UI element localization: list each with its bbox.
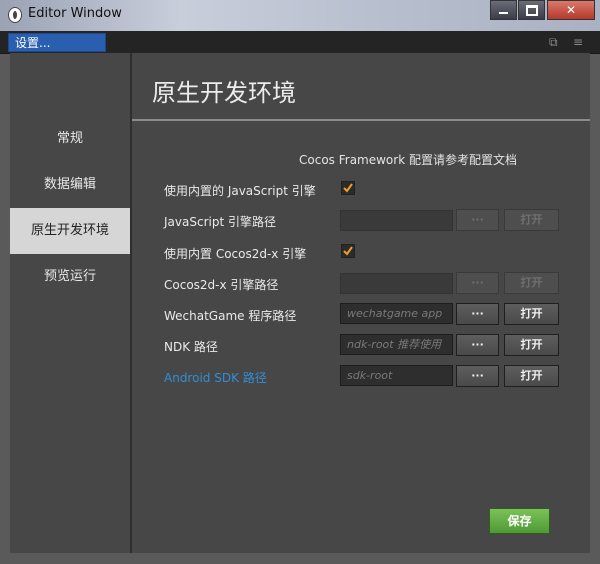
js-path-open-button[interactable]: 打开: [504, 209, 559, 231]
checkmark-icon: [343, 246, 353, 256]
save-button[interactable]: 保存: [489, 508, 550, 534]
android-sdk-link[interactable]: Android SDK 路径: [164, 369, 267, 386]
maximize-icon: [525, 5, 538, 16]
close-button[interactable]: ✕: [547, 0, 595, 20]
row-label-js-path: JavaScript 引擎路径: [164, 215, 276, 229]
row-label-cocos-path: Cocos2d-x 引擎路径: [164, 278, 279, 292]
row-label-wechatgame: WechatGame 程序路径: [164, 309, 297, 323]
popout-icon[interactable]: ⧉: [549, 35, 558, 49]
minimize-button[interactable]: [490, 0, 517, 20]
builtin-cocos-checkbox[interactable]: [341, 244, 355, 258]
sidebar-item-data-editing[interactable]: 数据编辑: [10, 162, 130, 208]
builtin-js-checkbox[interactable]: [341, 181, 355, 195]
settings-panel: 原生开发环境 Cocos Framework 配置请参考配置文档 使用内置的 J…: [132, 53, 590, 553]
android-sdk-path-input[interactable]: [340, 365, 453, 386]
row-label-ndk: NDK 路径: [164, 340, 218, 354]
wechatgame-browse-button[interactable]: ···: [456, 303, 499, 325]
tab-settings[interactable]: 设置...: [8, 33, 106, 52]
js-engine-path-input[interactable]: [340, 210, 453, 231]
ndk-path-input[interactable]: [340, 334, 453, 355]
ndk-open-button[interactable]: 打开: [504, 334, 559, 356]
js-path-browse-button[interactable]: ···: [456, 209, 499, 231]
minimize-icon: [499, 11, 508, 14]
window-title: Editor Window: [28, 6, 122, 21]
ndk-browse-button[interactable]: ···: [456, 334, 499, 356]
title-divider: [132, 119, 590, 121]
sidebar-item-native-dev[interactable]: 原生开发环境: [10, 208, 130, 254]
wechatgame-path-input[interactable]: [340, 303, 453, 324]
close-icon: ✕: [565, 3, 577, 17]
row-label-builtin-js: 使用内置的 JavaScript 引擎: [164, 184, 316, 198]
checkmark-icon: [343, 183, 353, 193]
android-sdk-browse-button[interactable]: ···: [456, 365, 499, 387]
app-icon: [8, 7, 22, 23]
cocos-path-open-button[interactable]: 打开: [504, 272, 559, 294]
page-title: 原生开发环境: [152, 79, 296, 107]
wechatgame-open-button[interactable]: 打开: [504, 303, 559, 325]
sidebar-item-general[interactable]: 常规: [10, 116, 130, 162]
cocos-path-browse-button[interactable]: ···: [456, 272, 499, 294]
menu-icon[interactable]: ≡: [573, 35, 583, 49]
tab-strip: 设置... ⧉ ≡: [0, 31, 600, 54]
framework-note[interactable]: Cocos Framework 配置请参考配置文档: [299, 151, 517, 168]
row-label-builtin-cocos: 使用内置 Cocos2d-x 引擎: [164, 247, 307, 261]
sidebar-item-preview[interactable]: 预览运行: [10, 254, 130, 300]
maximize-button[interactable]: [518, 0, 545, 20]
sidebar: 常规 数据编辑 原生开发环境 预览运行: [10, 53, 130, 553]
android-sdk-open-button[interactable]: 打开: [504, 365, 559, 387]
editor-window: Editor Window ✕ 设置... ⧉ ≡ 常规 数据编辑 原生开发环境…: [0, 0, 600, 564]
title-bar[interactable]: Editor Window ✕: [0, 0, 600, 31]
cocos-engine-path-input[interactable]: [340, 273, 453, 294]
